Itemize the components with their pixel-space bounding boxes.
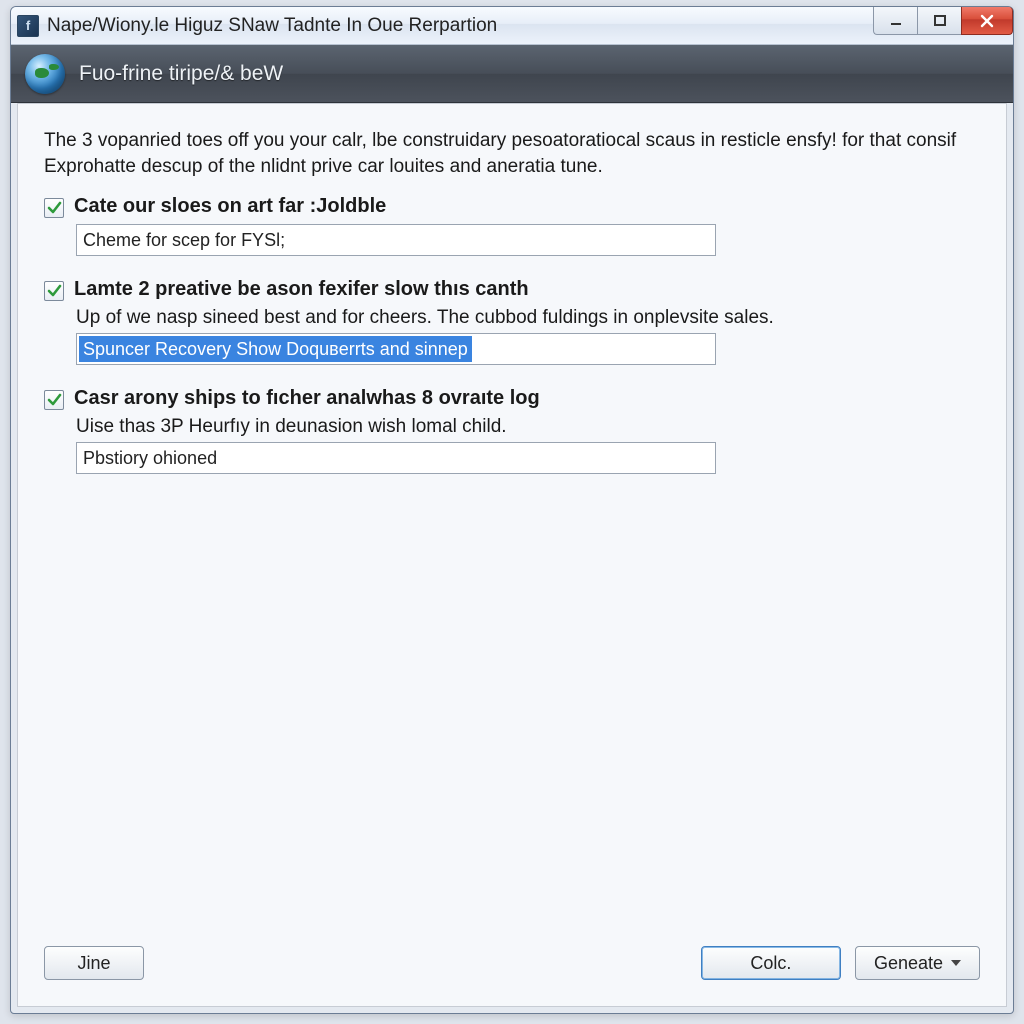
option-3: Casr arony ships to fıcher analwhas 8 ov… (44, 387, 980, 474)
option-3-input[interactable] (76, 442, 716, 474)
title-bar[interactable]: f Nape/Wiony.le Higuz SNaw Tadnte In Oue… (11, 7, 1013, 45)
app-icon: f (17, 15, 39, 37)
intro-text: The 3 vopanried toes off you your calr, … (44, 128, 980, 179)
option-1: Cate our sloes on art far :Joldble (44, 195, 980, 256)
option-2-title: Lamte 2 preative be ason fexifer slow th… (74, 278, 529, 301)
option-3-desc: Uise thas 3P Heurfıy in deunasion wish l… (76, 416, 980, 438)
header-banner: Fuo-frine tiripe/& beW (11, 45, 1013, 103)
geneate-label: Geneate (874, 953, 943, 974)
window-controls (873, 7, 1013, 35)
maximize-button[interactable] (917, 7, 961, 35)
colc-button[interactable]: Colc. (701, 946, 841, 980)
geneate-button[interactable]: Geneate (855, 946, 980, 980)
option-2: Lamte 2 preative be ason fexifer slow th… (44, 278, 980, 365)
option-1-checkbox[interactable] (44, 198, 64, 218)
option-3-title: Casr arony ships to fıcher analwhas 8 ov… (74, 387, 540, 410)
option-2-checkbox[interactable] (44, 281, 64, 301)
globe-icon (25, 54, 65, 94)
option-3-checkbox[interactable] (44, 390, 64, 410)
close-button[interactable] (961, 7, 1013, 35)
window-frame: f Nape/Wiony.le Higuz SNaw Tadnte In Oue… (10, 6, 1014, 1014)
option-1-input[interactable] (76, 224, 716, 256)
window-title: Nape/Wiony.le Higuz SNaw Tadnte In Oue R… (47, 15, 497, 37)
option-2-desc: Up of we nasp sineed best and for cheers… (76, 307, 980, 329)
banner-title: Fuo-frine tiripe/& beW (79, 62, 283, 86)
content-area: The 3 vopanried toes off you your calr, … (17, 103, 1007, 1007)
option-1-title: Cate our sloes on art far :Joldble (74, 195, 386, 218)
jine-button[interactable]: Jine (44, 946, 144, 980)
option-2-input[interactable] (76, 333, 716, 365)
chevron-down-icon (951, 960, 961, 966)
minimize-button[interactable] (873, 7, 917, 35)
footer-bar: Jine Colc. Geneate (44, 934, 980, 992)
